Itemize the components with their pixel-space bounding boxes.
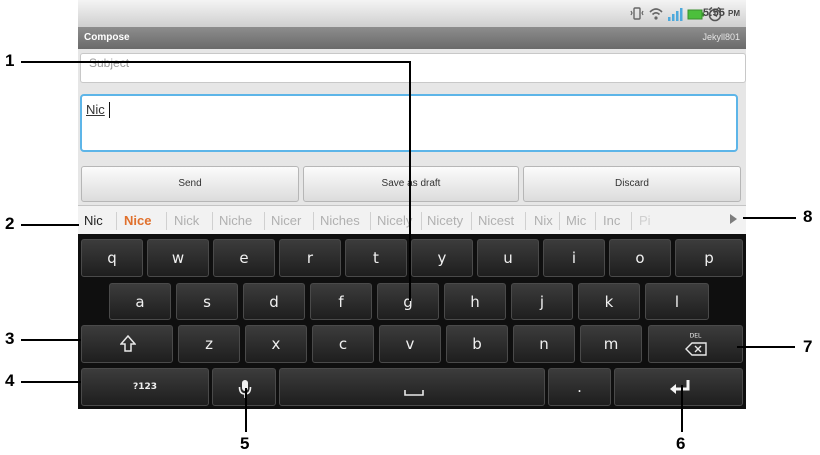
suggestion-item[interactable]: Nicety xyxy=(427,213,463,228)
backspace-icon xyxy=(685,342,707,356)
callout-7-line xyxy=(737,346,795,348)
voice-input-key[interactable] xyxy=(212,368,276,406)
key-o[interactable]: o xyxy=(609,239,671,277)
text-cursor xyxy=(109,102,110,118)
suggestion-divider xyxy=(525,212,526,230)
shift-icon xyxy=(120,335,136,352)
suggestion-divider xyxy=(116,212,117,230)
signal-icon xyxy=(668,8,683,21)
suggestion-divider xyxy=(313,212,314,230)
numbers-symbols-key[interactable]: ?123 xyxy=(81,368,209,406)
suggestion-item[interactable]: Nicest xyxy=(478,213,514,228)
key-y[interactable]: y xyxy=(411,239,473,277)
key-h[interactable]: h xyxy=(444,283,506,320)
key-x[interactable]: x xyxy=(245,325,307,363)
suggestion-divider xyxy=(212,212,213,230)
key-m[interactable]: m xyxy=(580,325,642,363)
shift-key[interactable] xyxy=(81,325,173,363)
compose-form: Subject Nic Send Save as draft Discard xyxy=(78,49,746,205)
suggestion-divider xyxy=(471,212,472,230)
key-s[interactable]: s xyxy=(176,283,238,320)
suggestion-divider xyxy=(559,212,560,230)
callout-7: 7 xyxy=(803,337,813,356)
suggestion-item[interactable]: Pi xyxy=(639,213,651,228)
callout-3: 3 xyxy=(5,329,15,348)
suggestion-divider xyxy=(264,212,265,230)
callout-5: 5 xyxy=(240,434,250,453)
callout-3-line xyxy=(21,339,81,341)
suggestion-item[interactable]: Niches xyxy=(320,213,360,228)
callout-1: 1 xyxy=(5,51,15,70)
key-p[interactable]: p xyxy=(675,239,743,277)
message-body-text: Nic xyxy=(86,102,105,117)
suggestion-item[interactable]: Nicer xyxy=(271,213,301,228)
key-w[interactable]: w xyxy=(147,239,209,277)
suggestion-divider xyxy=(166,212,167,230)
suggestion-divider xyxy=(595,212,596,230)
suggestion-item[interactable]: Nix xyxy=(534,213,553,228)
title-bar: Compose Jekyll801 xyxy=(78,27,746,49)
onscreen-keyboard: q w e r t y u i o p a s d f g h j k l z … xyxy=(78,234,746,409)
suggestion-item[interactable]: Nick xyxy=(174,213,199,228)
discard-button[interactable]: Discard xyxy=(523,166,741,202)
period-key[interactable]: . xyxy=(548,368,611,406)
suggestion-divider xyxy=(421,212,422,230)
subject-placeholder: Subject xyxy=(89,56,130,70)
key-v[interactable]: v xyxy=(379,325,441,363)
callout-2-line xyxy=(21,224,79,226)
key-j[interactable]: j xyxy=(511,283,573,320)
callout-8-line xyxy=(743,217,796,219)
status-bar: 5:55 PM xyxy=(78,0,746,27)
del-label: DEL xyxy=(689,332,702,340)
callout-4-line xyxy=(21,381,81,383)
vibrate-icon xyxy=(630,7,644,20)
callout-4: 4 xyxy=(5,371,15,390)
key-t[interactable]: t xyxy=(345,239,407,277)
key-d[interactable]: d xyxy=(243,283,305,320)
key-f[interactable]: f xyxy=(310,283,372,320)
key-l[interactable]: l xyxy=(645,283,709,320)
key-k[interactable]: k xyxy=(578,283,640,320)
wifi-icon xyxy=(649,8,663,20)
enter-icon xyxy=(670,380,690,394)
suggestion-item[interactable]: Mic xyxy=(566,213,586,228)
key-u[interactable]: u xyxy=(477,239,539,277)
enter-key[interactable] xyxy=(614,368,743,406)
key-b[interactable]: b xyxy=(446,325,508,363)
callout-6-line xyxy=(681,385,683,432)
callout-1-line-v xyxy=(409,61,411,301)
suggestion-best[interactable]: Nice xyxy=(124,213,151,228)
suggestion-item[interactable]: Niche xyxy=(219,213,252,228)
key-n[interactable]: n xyxy=(513,325,575,363)
space-key[interactable] xyxy=(279,368,545,406)
callout-1-line-h xyxy=(21,61,411,63)
key-a[interactable]: a xyxy=(109,283,171,320)
key-i[interactable]: i xyxy=(543,239,605,277)
suggestion-typed[interactable]: Nic xyxy=(84,213,103,228)
key-g[interactable]: g xyxy=(377,283,439,320)
callout-2: 2 xyxy=(5,214,15,233)
save-draft-button[interactable]: Save as draft xyxy=(303,166,519,202)
key-r[interactable]: r xyxy=(279,239,341,277)
key-q[interactable]: q xyxy=(81,239,143,277)
page-title: Compose xyxy=(84,32,130,43)
space-icon xyxy=(404,390,424,396)
suggestion-strip: Nic Nice Nick Niche Nicer Niches Nicely … xyxy=(78,205,746,236)
more-suggestions-arrow-icon[interactable] xyxy=(730,214,737,224)
suggestion-item[interactable]: Nicely xyxy=(377,213,412,228)
callout-5-line xyxy=(245,388,247,432)
status-time: 5:55 PM xyxy=(702,7,740,19)
send-button[interactable]: Send xyxy=(81,166,299,202)
account-label: Jekyll801 xyxy=(702,32,740,42)
suggestion-divider xyxy=(370,212,371,230)
suggestion-item[interactable]: Inc xyxy=(603,213,620,228)
subject-field[interactable]: Subject xyxy=(80,53,746,83)
backspace-key[interactable]: DEL xyxy=(648,325,743,363)
key-c[interactable]: c xyxy=(312,325,374,363)
key-e[interactable]: e xyxy=(213,239,275,277)
key-z[interactable]: z xyxy=(178,325,240,363)
suggestion-divider xyxy=(631,212,632,230)
callout-8: 8 xyxy=(803,207,813,226)
callout-6: 6 xyxy=(676,434,686,453)
